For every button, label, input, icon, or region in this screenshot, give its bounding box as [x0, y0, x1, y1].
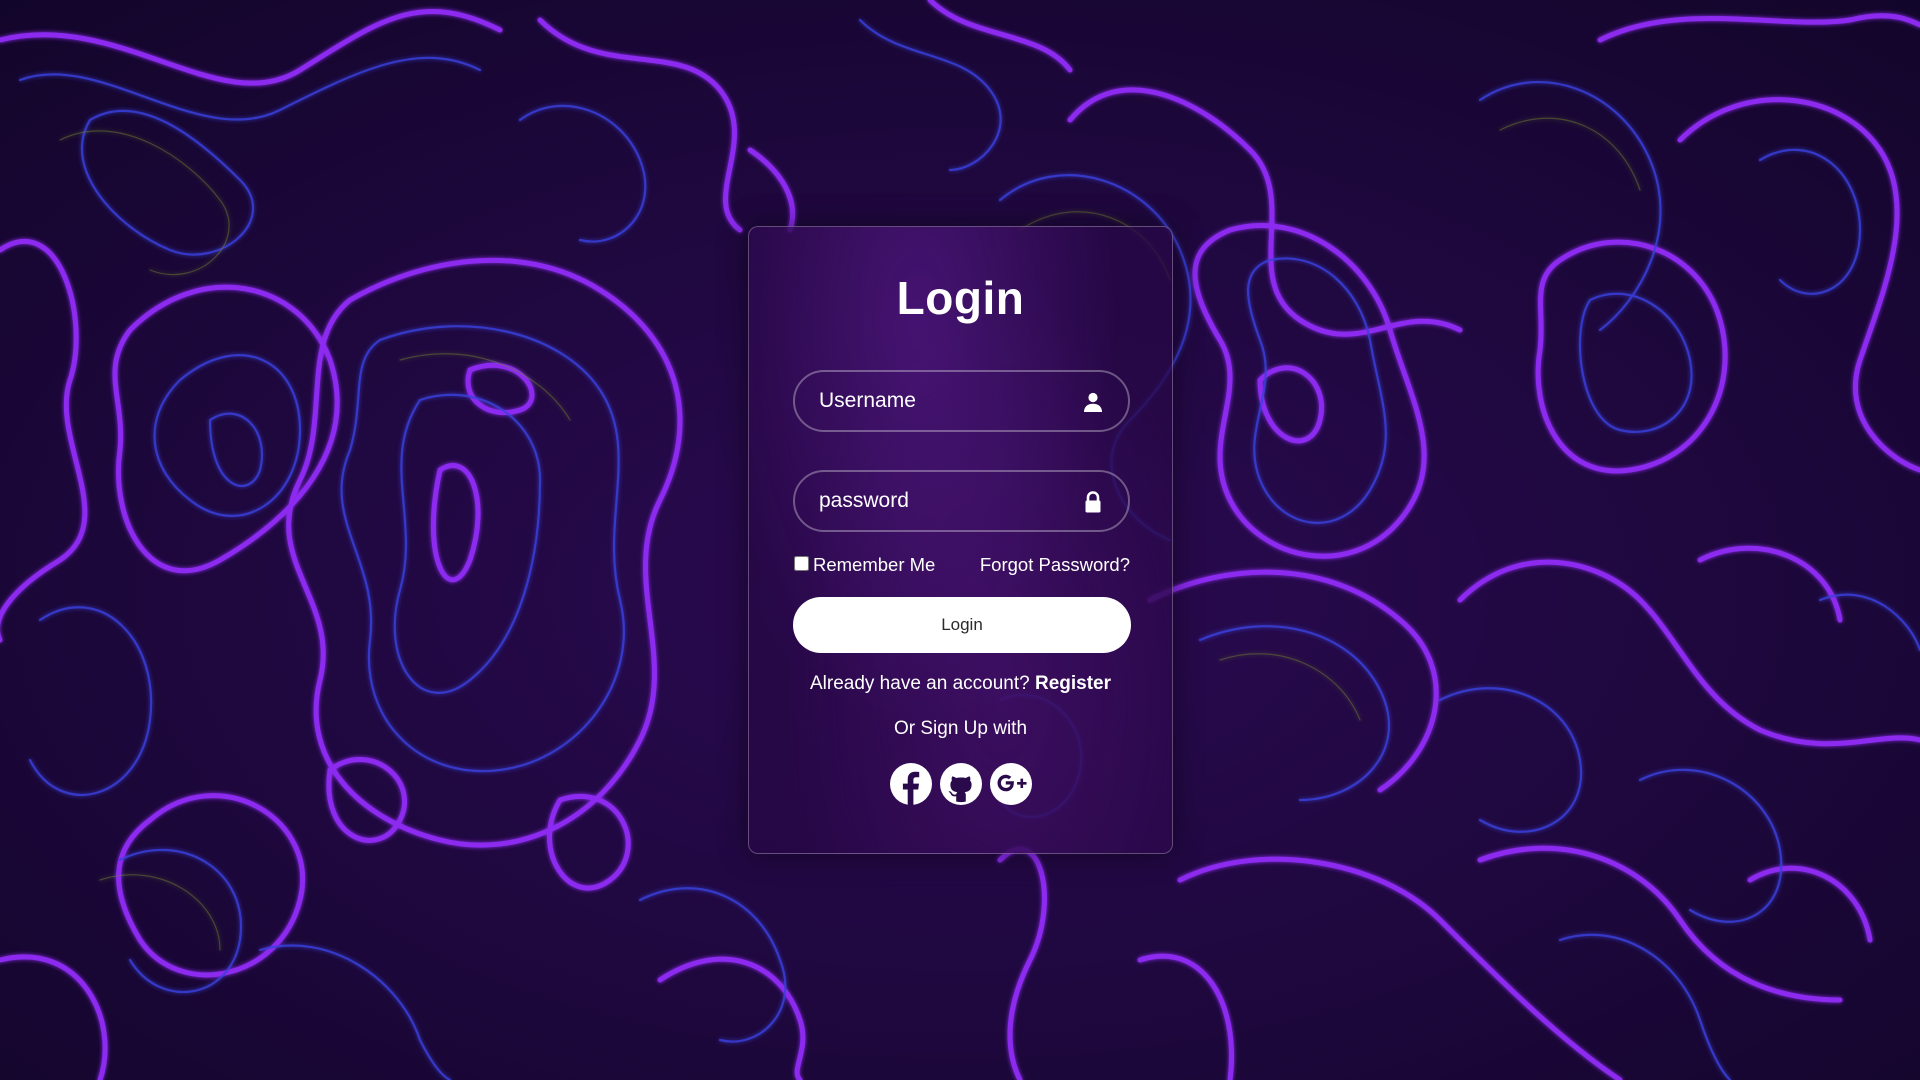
- register-link[interactable]: Register: [1035, 673, 1111, 694]
- password-field[interactable]: [793, 470, 1130, 532]
- facebook-icon[interactable]: [889, 763, 932, 805]
- forgot-password-link[interactable]: Forgot Password?: [980, 554, 1130, 576]
- login-button[interactable]: Login: [793, 597, 1131, 653]
- github-icon[interactable]: [939, 763, 982, 805]
- password-input[interactable]: [819, 472, 1069, 530]
- register-prompt-text: Already have an account?: [809, 673, 1035, 694]
- register-prompt: Already have an account? Register: [749, 673, 1172, 695]
- social-login-row: [749, 763, 1172, 805]
- username-field[interactable]: [793, 370, 1130, 432]
- remember-me-label: Remember Me: [813, 554, 936, 575]
- user-icon: [1082, 391, 1104, 413]
- username-input[interactable]: [819, 372, 1069, 430]
- remember-me[interactable]: Remember Me: [793, 554, 935, 576]
- signup-with-label: Or Sign Up with: [893, 718, 1028, 739]
- lock-icon: [1082, 491, 1104, 513]
- login-card: Login Remember Me Forgot Password? Login…: [748, 226, 1173, 854]
- page-title: Login: [896, 272, 1025, 324]
- form-options-row: Remember Me Forgot Password?: [793, 554, 1130, 580]
- remember-me-checkbox[interactable]: [794, 555, 809, 571]
- google-plus-icon[interactable]: [989, 763, 1032, 805]
